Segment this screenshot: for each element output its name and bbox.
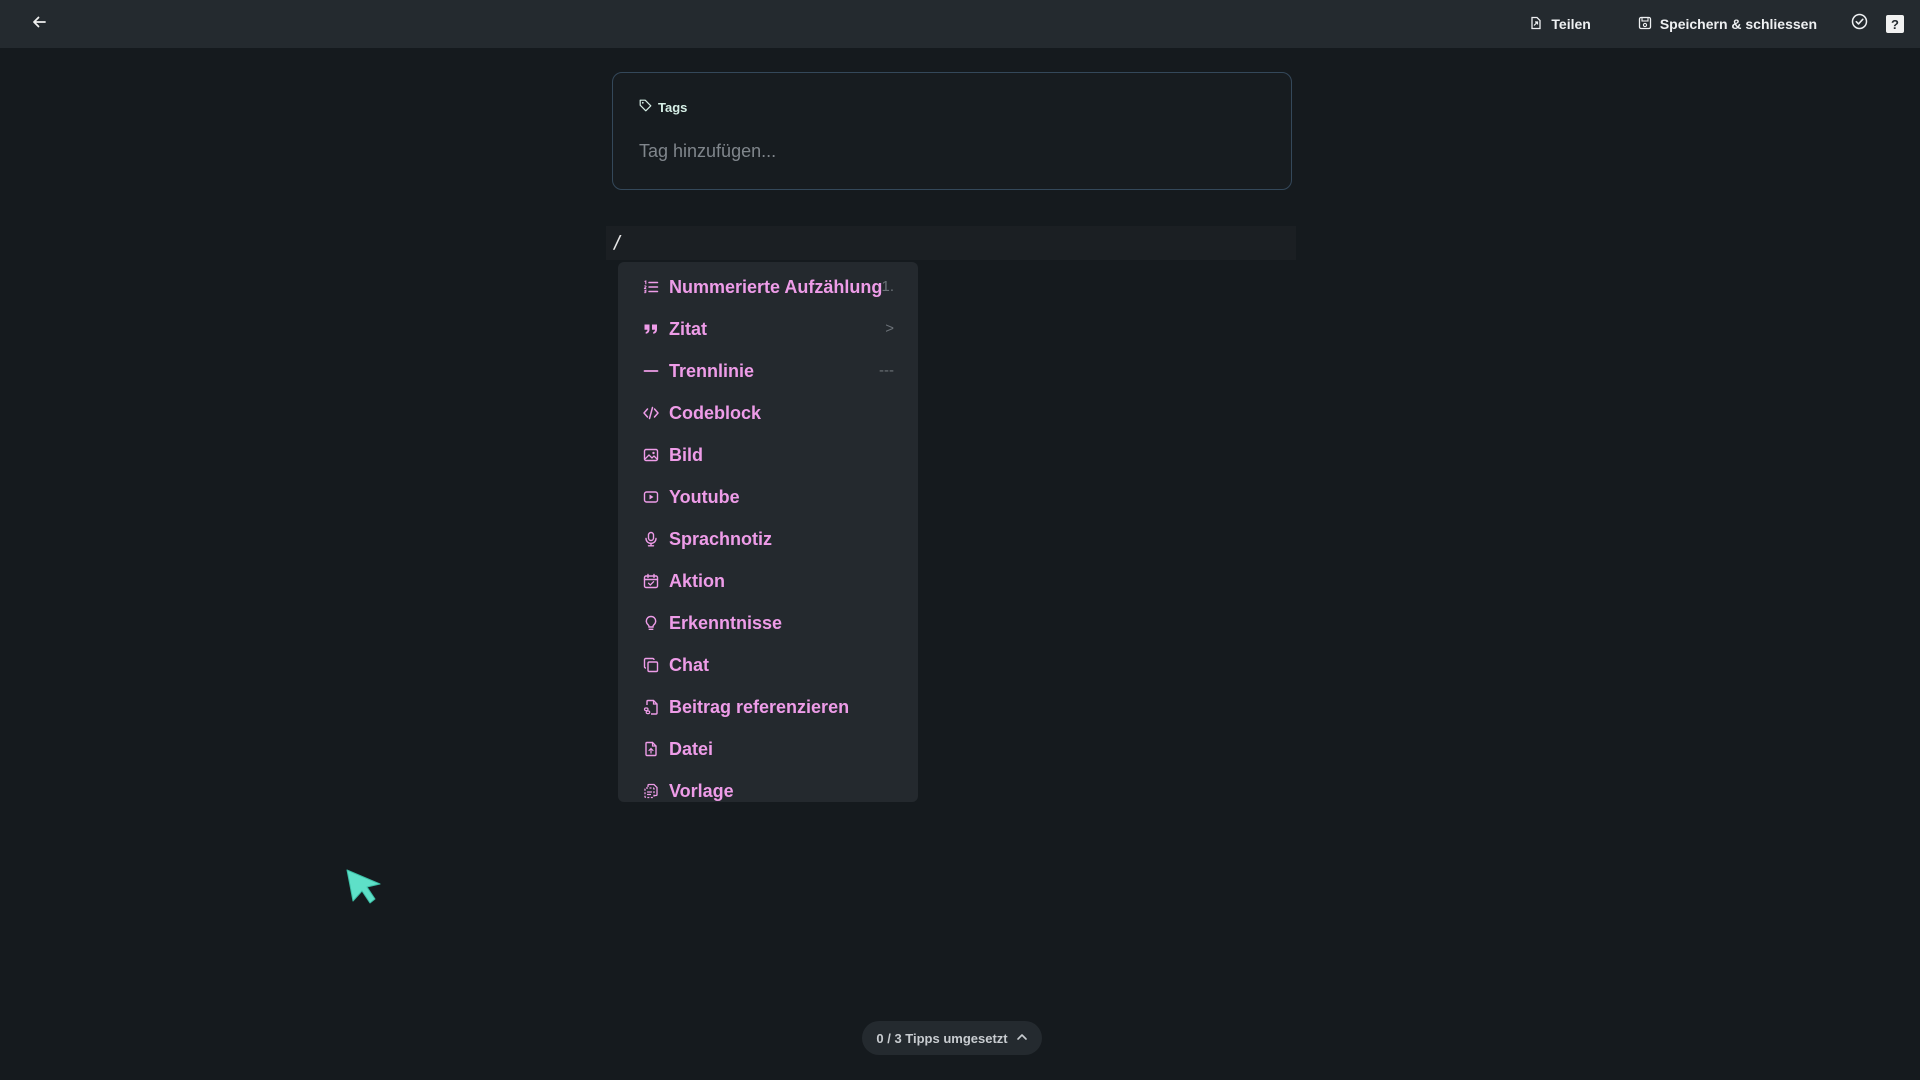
mouse-cursor-icon [344, 868, 384, 908]
menu-item-image[interactable]: Bild [618, 434, 918, 476]
back-button[interactable] [26, 12, 52, 36]
menu-item-file[interactable]: Datei [618, 728, 918, 770]
menu-item-shortcut: 1. [881, 278, 894, 295]
slash-command-menu: Nummerierte Aufzählung 1. Zitat > Trennl… [618, 262, 918, 802]
menu-item-label: Chat [669, 654, 709, 675]
top-bar: Teilen Speichern & schliessen ? [0, 0, 1920, 48]
menu-item-label: Vorlage [669, 780, 734, 801]
done-button[interactable] [1849, 13, 1869, 35]
tags-label: Tags [658, 99, 688, 115]
menu-item-chat[interactable]: Chat [618, 644, 918, 686]
menu-item-label: Trennlinie [669, 360, 755, 381]
menu-item-shortcut: > [885, 320, 894, 337]
menu-item-template[interactable]: Vorlage [618, 770, 918, 802]
tips-label: 0 / 3 Tipps umgesetzt [876, 1030, 1008, 1046]
code-icon [642, 404, 660, 422]
document-link-icon [642, 698, 660, 716]
save-and-close-label: Speichern & schliessen [1659, 16, 1817, 32]
menu-item-label: Datei [669, 738, 714, 759]
numbered-list-icon [642, 278, 660, 296]
file-icon [642, 740, 660, 758]
tags-card: Tags [612, 72, 1292, 190]
menu-item-label: Youtube [669, 486, 740, 507]
save-and-close-button[interactable]: Speichern & schliessen [1638, 16, 1817, 33]
share-document-icon [1529, 16, 1543, 33]
menu-item-label: Bild [669, 444, 703, 465]
share-label: Teilen [1551, 16, 1591, 32]
menu-item-quote[interactable]: Zitat > [618, 308, 918, 350]
menu-item-label: Codeblock [669, 402, 762, 423]
tag-icon [639, 99, 652, 115]
tag-input[interactable] [639, 137, 1259, 165]
menu-item-voice-note[interactable]: Sprachnotiz [618, 518, 918, 560]
tips-progress-button[interactable]: 0 / 3 Tipps umgesetzt [862, 1021, 1042, 1055]
editor-line-text: / [612, 232, 623, 253]
check-circle-icon [1851, 13, 1868, 35]
menu-item-insights[interactable]: Erkenntnisse [618, 602, 918, 644]
microphone-icon [642, 530, 660, 548]
question-square-icon: ? [1891, 16, 1899, 32]
lightbulb-icon [642, 614, 660, 632]
menu-item-codeblock[interactable]: Codeblock [618, 392, 918, 434]
image-icon [642, 446, 660, 464]
save-icon [1638, 16, 1652, 33]
template-icon [642, 782, 660, 800]
chat-copy-icon [642, 656, 660, 674]
menu-item-shortcut: --- [879, 362, 894, 379]
quote-icon [642, 320, 660, 338]
share-button[interactable]: Teilen [1529, 16, 1591, 33]
editor-current-line[interactable]: / [606, 226, 1296, 260]
youtube-icon [642, 488, 660, 506]
calendar-check-icon [642, 572, 660, 590]
menu-item-divider[interactable]: Trennlinie --- [618, 350, 918, 392]
menu-item-numbered-list[interactable]: Nummerierte Aufzählung 1. [618, 266, 918, 308]
menu-item-label: Beitrag referenzieren [669, 696, 850, 717]
menu-item-label: Zitat [669, 318, 707, 339]
menu-item-label: Erkenntnisse [669, 612, 783, 633]
arrow-left-icon [31, 14, 47, 35]
menu-item-label: Nummerierte Aufzählung [669, 276, 883, 297]
menu-item-label: Aktion [669, 570, 725, 591]
menu-item-youtube[interactable]: Youtube [618, 476, 918, 518]
menu-item-reference-post[interactable]: Beitrag referenzieren [618, 686, 918, 728]
divider-icon [642, 362, 660, 380]
menu-item-action[interactable]: Aktion [618, 560, 918, 602]
chevron-up-icon [1016, 1031, 1028, 1046]
help-button[interactable]: ? [1886, 15, 1904, 33]
tags-heading: Tags [639, 99, 687, 115]
menu-item-label: Sprachnotiz [669, 528, 773, 549]
